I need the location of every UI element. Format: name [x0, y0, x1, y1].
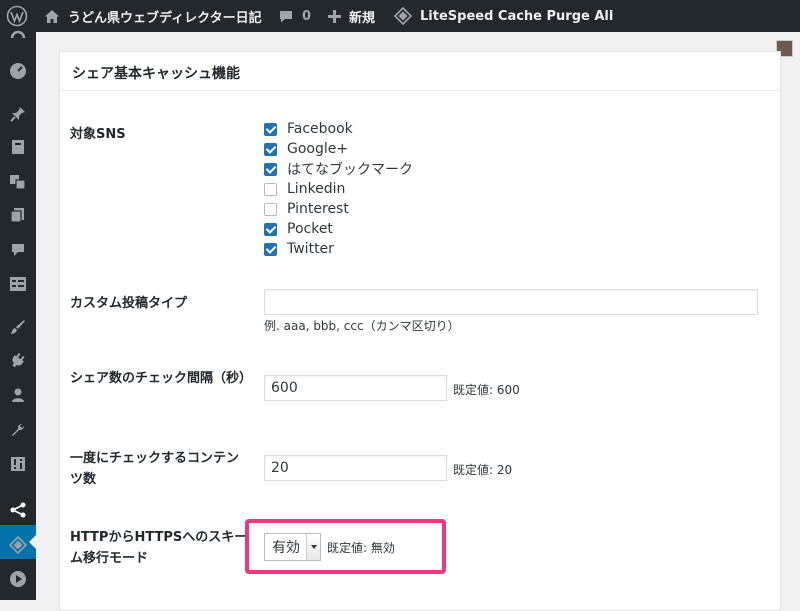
pages-icon[interactable]: [8, 205, 28, 225]
scheme-migration-select[interactable]: 有効: [264, 533, 321, 561]
sns-label: 対象SNS: [70, 127, 126, 142]
option-label: Google+: [287, 141, 349, 157]
custom-post-type-input[interactable]: [264, 289, 758, 315]
option-label: Pocket: [287, 221, 333, 237]
comments-link[interactable]: 0: [278, 0, 311, 32]
option-label: Twitter: [287, 241, 334, 257]
checkbox[interactable]: [264, 182, 277, 196]
comments-count: 0: [302, 8, 312, 24]
sns-option-pocket[interactable]: Pocket: [264, 219, 413, 239]
checkbox[interactable]: [264, 202, 277, 216]
gauge-icon[interactable]: [8, 61, 28, 81]
share-icon[interactable]: [8, 500, 28, 520]
litespeed-purge-link[interactable]: LiteSpeed Cache Purge All: [394, 0, 613, 32]
custom-post-type-description: 例. aaa, bbb, ccc（カンマ区切り）: [264, 319, 460, 333]
checkbox[interactable]: [264, 122, 277, 136]
batch-count-default: 既定値: 20: [453, 463, 513, 477]
panel-title: シェア基本キャッシュ機能: [60, 52, 780, 91]
settings-sliders-icon[interactable]: [8, 454, 28, 474]
appearance-brush-icon[interactable]: [8, 317, 28, 337]
sns-option-google-plus[interactable]: Google+: [264, 139, 413, 159]
batch-count-label: 一度にチェックするコンテンツ数: [70, 451, 240, 487]
site-title: うどん県ウェブディレクター日記: [68, 10, 262, 26]
option-label: Facebook: [287, 121, 353, 137]
checkbox[interactable]: [264, 242, 277, 256]
sns-option-twitter[interactable]: Twitter: [264, 239, 413, 259]
sns-option-linkedin[interactable]: Linkedin: [264, 179, 413, 199]
new-content-link[interactable]: 新規: [328, 0, 375, 32]
scheme-migration-label: HTTPからHTTPSへのスキーム移行モード: [70, 530, 248, 566]
admin-sidebar: [0, 30, 36, 600]
plugins-icon[interactable]: [8, 351, 28, 371]
check-interval-input[interactable]: [264, 375, 447, 401]
media-icon[interactable]: [8, 137, 28, 157]
litespeed-diamond-icon: [394, 7, 412, 25]
comment-icon[interactable]: [8, 240, 28, 260]
tools-wrench-icon[interactable]: [8, 420, 28, 440]
pin-icon[interactable]: [8, 104, 28, 124]
litespeed-label: LiteSpeed Cache Purge All: [420, 8, 614, 24]
checkbox[interactable]: [264, 162, 277, 176]
select-value: 有効: [272, 540, 300, 556]
users-icon[interactable]: [8, 385, 28, 405]
sns-checkbox-list: Facebook Google+ はてなブックマーク Linkedin Pint…: [264, 119, 413, 259]
dashboard-icon[interactable]: [8, 26, 28, 46]
litespeed-icon[interactable]: [8, 535, 28, 555]
home-icon: [44, 9, 60, 24]
scheme-migration-default: 既定値: 無効: [327, 541, 395, 555]
checkbox[interactable]: [264, 222, 277, 236]
sns-option-hatena[interactable]: はてなブックマーク: [264, 159, 413, 179]
site-home-link[interactable]: うどん県ウェブディレクター日記: [44, 0, 262, 32]
plus-icon: [328, 9, 341, 23]
option-label: Linkedin: [287, 181, 346, 197]
play-icon[interactable]: [8, 569, 28, 589]
batch-count-input[interactable]: [264, 455, 447, 481]
checkbox[interactable]: [264, 142, 277, 156]
comment-bubble-icon: [278, 9, 294, 24]
admin-bar: うどん県ウェブディレクター日記 0 新規 LiteSpeed Cache Pur…: [0, 0, 800, 32]
check-interval-label: シェア数のチェック間隔（秒）: [70, 371, 253, 386]
form-icon[interactable]: [8, 274, 28, 294]
option-label: Pinterest: [287, 201, 349, 217]
chevron-down-icon[interactable]: [306, 534, 320, 560]
new-label: 新規: [349, 10, 376, 26]
custom-post-type-label: カスタム投稿タイプ: [70, 296, 188, 311]
check-interval-default: 既定値: 600: [453, 383, 520, 397]
option-label: はてなブックマーク: [287, 162, 413, 178]
sns-option-pinterest[interactable]: Pinterest: [264, 199, 413, 219]
sns-option-facebook[interactable]: Facebook: [264, 119, 413, 139]
gallery-icon[interactable]: [8, 172, 28, 192]
